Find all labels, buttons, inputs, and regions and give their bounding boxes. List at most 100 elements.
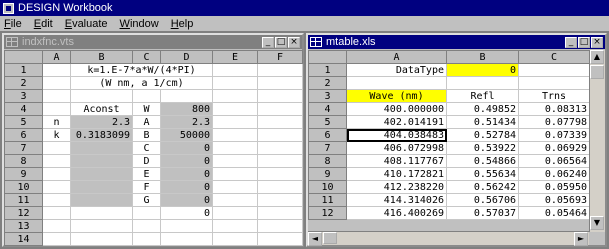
row-header[interactable]: 9 — [308, 167, 347, 181]
sheet-cell[interactable]: 0.55634 — [446, 167, 519, 181]
sheet-cell[interactable] — [257, 180, 303, 194]
sheet-cell[interactable]: W — [132, 102, 161, 116]
sheet-cell[interactable]: 0 — [160, 180, 213, 194]
sheet-cell[interactable]: (W nm, a 1/cm) — [70, 76, 213, 90]
sheet-cell[interactable]: 50000 — [160, 128, 213, 142]
sheet-cell[interactable]: 0.49852 — [446, 102, 519, 116]
scroll-right-button[interactable]: ► — [574, 232, 588, 246]
sheet-cell[interactable]: 404.038483 — [346, 128, 447, 142]
row-header[interactable]: 8 — [308, 154, 347, 168]
sheet-cell[interactable] — [70, 167, 133, 181]
row-header[interactable]: 13 — [4, 219, 43, 233]
sheet-cell[interactable]: Aconst — [70, 102, 133, 116]
sheet-cell[interactable]: k=1.E-7*a*W/(4*PI) — [70, 63, 213, 77]
sheet-cell[interactable]: D — [132, 154, 161, 168]
column-header[interactable]: B — [70, 50, 133, 64]
window-titlebar[interactable]: indxfnc.vts _ □ × — [4, 35, 302, 49]
sheet-cell[interactable]: G — [132, 193, 161, 207]
sheet-cell[interactable]: 0.05950 — [518, 180, 590, 194]
sheet-cell[interactable]: 402.014191 — [346, 115, 447, 129]
sheet-cell[interactable] — [70, 180, 133, 194]
sheet-cell[interactable] — [42, 180, 71, 194]
sheet-cell[interactable] — [257, 115, 303, 129]
sheet-cell[interactable]: 412.238220 — [346, 180, 447, 194]
sheet-cell[interactable] — [132, 206, 161, 220]
sheet-cell[interactable]: 0.3183099 — [70, 128, 133, 142]
sheet-cell[interactable] — [212, 102, 258, 116]
maximize-button[interactable]: □ — [275, 36, 287, 48]
sheet-cell[interactable] — [132, 232, 161, 246]
column-header[interactable]: E — [212, 50, 258, 64]
sheet-cell[interactable] — [257, 193, 303, 207]
column-header[interactable]: A — [42, 50, 71, 64]
sheet-cell[interactable] — [42, 219, 71, 233]
minimize-button[interactable]: _ — [262, 36, 274, 48]
sheet-cell[interactable] — [212, 89, 258, 103]
sheet-cell[interactable]: 0.07339 — [518, 128, 590, 142]
sheet-cell[interactable] — [257, 89, 303, 103]
sheet-cell[interactable] — [42, 206, 71, 220]
sheet-cell[interactable]: 0.06929 — [518, 141, 590, 155]
row-header[interactable]: 8 — [4, 154, 43, 168]
sheet-cell[interactable] — [42, 89, 71, 103]
sheet-cell[interactable]: 0.53922 — [446, 141, 519, 155]
column-header[interactable]: D — [160, 50, 213, 64]
row-header[interactable]: 3 — [308, 89, 347, 103]
sheet-cell[interactable] — [257, 232, 303, 246]
sheet-cell[interactable] — [70, 89, 133, 103]
horizontal-scrollbar[interactable]: ◄ ► — [308, 231, 589, 246]
sheet-cell[interactable] — [42, 167, 71, 181]
sheet-cell[interactable] — [212, 193, 258, 207]
column-header[interactable]: C — [518, 50, 590, 64]
sheet-cell[interactable]: Refl — [446, 89, 519, 103]
vertical-scrollbar[interactable]: ▲ ▼ — [589, 50, 605, 232]
sheet-cell[interactable]: 0.06564 — [518, 154, 590, 168]
column-header[interactable]: A — [346, 50, 447, 64]
sheet-cell[interactable]: 0 — [160, 141, 213, 155]
row-header[interactable]: 12 — [308, 206, 347, 220]
sheet-cell[interactable] — [257, 219, 303, 233]
sheet-cell[interactable] — [212, 76, 258, 90]
sheet-cell[interactable] — [212, 206, 258, 220]
sheet-cell[interactable] — [257, 154, 303, 168]
sheet-cell[interactable] — [42, 76, 71, 90]
sheet-cell[interactable] — [42, 232, 71, 246]
left-sheet-grid[interactable]: A B C D E F 1 k=1.E-7*a*W/(4*PI) 2 (W nm, a 1/cm)… — [4, 50, 303, 246]
sheet-cell[interactable] — [42, 141, 71, 155]
sheet-cell[interactable] — [42, 154, 71, 168]
sheet-cell[interactable]: 0.08313 — [518, 102, 590, 116]
scroll-thumb[interactable] — [590, 65, 604, 79]
sheet-cell[interactable] — [70, 193, 133, 207]
column-header[interactable]: B — [446, 50, 519, 64]
sheet-cell[interactable]: 0.56706 — [446, 193, 519, 207]
sheet-cell[interactable] — [518, 76, 590, 90]
sheet-cell[interactable] — [257, 141, 303, 155]
row-header[interactable]: 2 — [4, 76, 43, 90]
close-button[interactable]: × — [591, 36, 603, 48]
sheet-cell[interactable] — [70, 232, 133, 246]
row-header[interactable]: 1 — [4, 63, 43, 77]
sheet-cell[interactable]: 0.52784 — [446, 128, 519, 142]
sheet-cell[interactable]: 400.000000 — [346, 102, 447, 116]
sheet-cell[interactable]: 800 — [160, 102, 213, 116]
row-header[interactable]: 5 — [4, 115, 43, 129]
column-header[interactable]: F — [257, 50, 303, 64]
row-header[interactable]: 10 — [4, 180, 43, 194]
maximize-button[interactable]: □ — [578, 36, 590, 48]
sheet-cell[interactable] — [257, 206, 303, 220]
menu-file[interactable]: File — [4, 18, 22, 30]
sheet-cell[interactable]: DataType — [346, 63, 447, 77]
row-header[interactable]: 2 — [308, 76, 347, 90]
row-header[interactable]: 6 — [308, 128, 347, 142]
sheet-cell[interactable] — [212, 154, 258, 168]
sheet-cell[interactable]: 0.05693 — [518, 193, 590, 207]
row-header[interactable]: 7 — [308, 141, 347, 155]
sheet-cell[interactable]: 0.06240 — [518, 167, 590, 181]
sheet-cell[interactable] — [160, 219, 213, 233]
sheet-cell[interactable] — [212, 219, 258, 233]
sheet-cell[interactable]: A — [132, 115, 161, 129]
row-header[interactable]: 5 — [308, 115, 347, 129]
menu-edit[interactable]: Edit — [34, 18, 53, 30]
scroll-left-button[interactable]: ◄ — [308, 232, 322, 246]
sheet-cell[interactable] — [446, 76, 519, 90]
